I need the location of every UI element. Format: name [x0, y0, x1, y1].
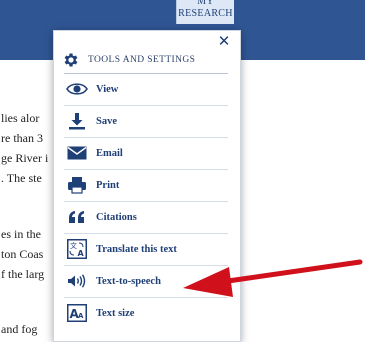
- annotation-arrow: [183, 259, 363, 297]
